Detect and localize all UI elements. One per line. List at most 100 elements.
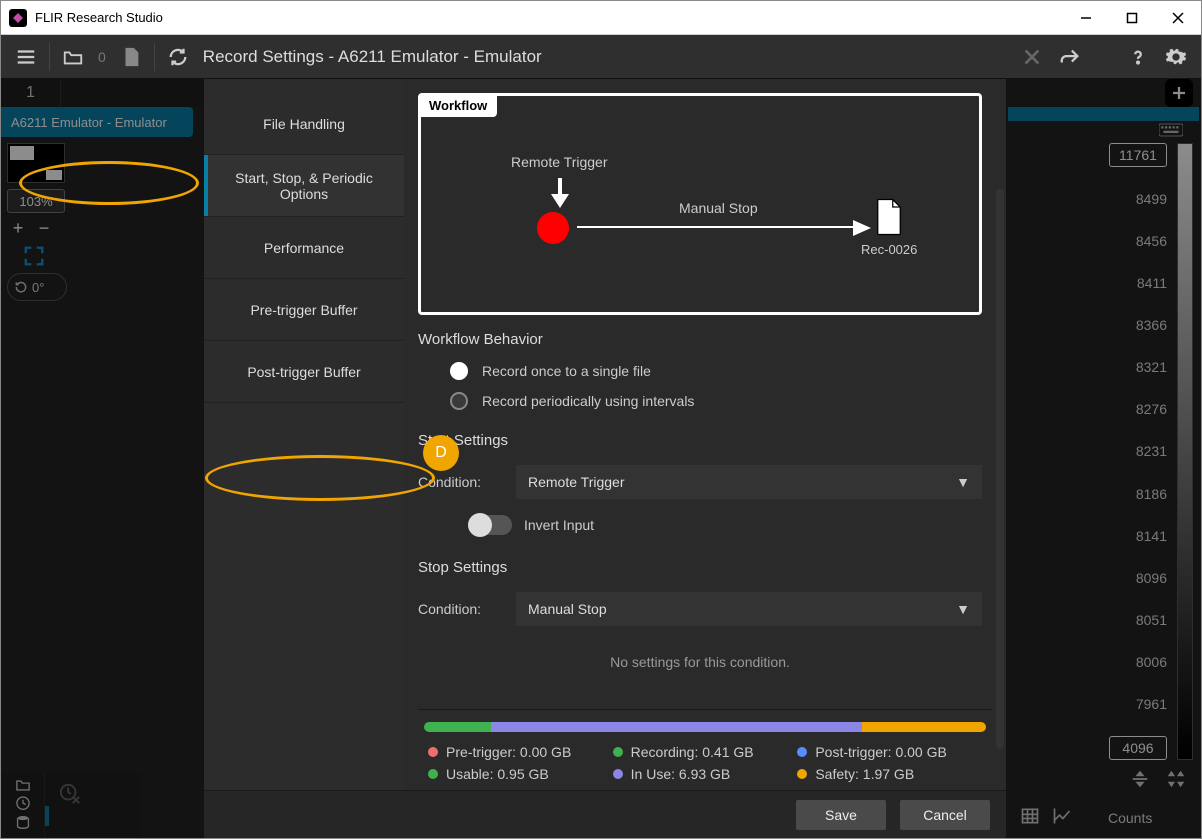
stop-condition-row: Condition: Manual Stop ▼ xyxy=(418,584,982,634)
dialog-footer: Save Cancel xyxy=(204,790,1006,838)
scale-tick: 8051 xyxy=(1136,610,1167,630)
tab-pretrigger-buffer[interactable]: Pre-trigger Buffer xyxy=(204,279,404,341)
open-folder-button[interactable] xyxy=(54,39,92,75)
scale-split-icon[interactable] xyxy=(1165,768,1187,795)
settings-content: Workflow Remote Trigger Manual Stop xyxy=(404,79,1006,790)
stop-condition-label: Condition: xyxy=(418,601,498,617)
open-count: 0 xyxy=(98,49,106,65)
close-button[interactable] xyxy=(1155,1,1201,35)
scale-tick: 8096 xyxy=(1136,568,1167,588)
counts-label: Counts xyxy=(1108,810,1152,826)
shelf-clock-disabled-icon[interactable] xyxy=(49,773,91,838)
scale-tick: 8141 xyxy=(1136,526,1167,546)
camera-thumbnail[interactable] xyxy=(7,143,65,183)
shelf-folder-icon[interactable] xyxy=(1,773,45,838)
app-icon xyxy=(9,9,27,27)
scale-tick: 8456 xyxy=(1136,231,1167,251)
app-body: 1 A6211 Emulator - Emulator 103% + − 0° xyxy=(1,79,1201,838)
stop-no-settings: No settings for this condition. xyxy=(418,634,982,680)
tab-posttrigger-buffer[interactable]: Post-trigger Buffer xyxy=(204,341,404,403)
record-settings-dialog: File Handling Start, Stop, & Periodic Op… xyxy=(204,79,1006,838)
tab-performance[interactable]: Performance xyxy=(204,217,404,279)
record-dot-icon xyxy=(537,212,569,244)
workflow-diagram: Workflow Remote Trigger Manual Stop xyxy=(418,93,982,315)
storage-seg-safety xyxy=(862,722,986,732)
scale-compress-icon[interactable] xyxy=(1129,768,1151,795)
scale-tick: 8499 xyxy=(1136,189,1167,209)
legend-pretrigger: Pre-trigger: 0.00 GB xyxy=(428,744,613,760)
left-panel: 1 A6211 Emulator - Emulator 103% + − 0° xyxy=(1,79,205,838)
new-file-button[interactable] xyxy=(112,39,150,75)
toggle-off-icon xyxy=(468,515,512,535)
share-button[interactable] xyxy=(1051,39,1089,75)
start-condition-select[interactable]: Remote Trigger ▼ xyxy=(516,465,982,499)
storage-seg-usable xyxy=(424,722,491,732)
content-scrollbar[interactable] xyxy=(996,189,1004,749)
rotation-value: 0° xyxy=(32,280,44,295)
left-tab-1[interactable]: 1 xyxy=(1,79,61,107)
menu-button[interactable] xyxy=(7,39,45,75)
right-header-bar xyxy=(1008,107,1199,121)
help-button[interactable] xyxy=(1119,39,1157,75)
right-panel: 11761 8499 8456 8411 8366 8321 8276 8231 8186 81… xyxy=(1006,79,1201,838)
start-condition-label: Condition: xyxy=(418,474,498,490)
gradient-bar[interactable] xyxy=(1177,143,1193,760)
scale-panel: 11761 8499 8456 8411 8366 8321 8276 8231 8186 81… xyxy=(1006,139,1201,764)
scale-tick: 8366 xyxy=(1136,315,1167,335)
workflow-file-name: Rec-0026 xyxy=(861,242,917,257)
scale-tick: 8231 xyxy=(1136,441,1167,461)
legend-usable: Usable: 0.95 GB xyxy=(428,766,613,782)
source-label[interactable]: A6211 Emulator - Emulator xyxy=(1,107,193,137)
zoom-out-button[interactable]: − xyxy=(33,217,55,239)
storage-bar xyxy=(424,722,986,732)
invert-input-row[interactable]: Invert Input xyxy=(418,507,982,543)
storage-seg-inuse xyxy=(491,722,862,732)
add-panel-button[interactable] xyxy=(1165,79,1193,107)
scale-tick: 8276 xyxy=(1136,399,1167,419)
fit-screen-icon[interactable] xyxy=(23,245,45,267)
workflow-tag: Workflow xyxy=(419,94,497,117)
cancel-button[interactable]: Cancel xyxy=(900,800,990,830)
scale-tick: 8321 xyxy=(1136,357,1167,377)
window-buttons xyxy=(1063,1,1201,35)
arrow-down-icon xyxy=(551,178,569,213)
minimize-button[interactable] xyxy=(1063,1,1109,35)
behavior-opt-single-label: Record once to a single file xyxy=(482,363,651,379)
legend-inuse: In Use: 6.93 GB xyxy=(613,766,798,782)
app-window: FLIR Research Studio 0 Re xyxy=(0,0,1202,839)
scale-min[interactable]: 4096 xyxy=(1109,736,1167,760)
workflow-trigger-label: Remote Trigger xyxy=(511,154,607,170)
dialog-close-x[interactable] xyxy=(1013,39,1051,75)
settings-gear-button[interactable] xyxy=(1157,39,1195,75)
tab-file-handling[interactable]: File Handling xyxy=(204,93,404,155)
settings-tab-list: File Handling Start, Stop, & Periodic Op… xyxy=(204,79,404,790)
start-condition-value: Remote Trigger xyxy=(528,474,624,490)
keyboard-icon[interactable] xyxy=(1006,123,1201,139)
scale-tick: 8006 xyxy=(1136,652,1167,672)
legend-posttrigger: Post-trigger: 0.00 GB xyxy=(797,744,982,760)
behavior-opt-single[interactable]: Record once to a single file xyxy=(418,356,982,386)
scale-tick: 8411 xyxy=(1137,273,1167,293)
storage-summary: Pre-trigger: 0.00 GB Recording: 0.41 GB … xyxy=(418,709,992,790)
rotation-control[interactable]: 0° xyxy=(7,273,67,301)
chart-view-icon[interactable] xyxy=(1052,806,1072,831)
radio-checked-icon xyxy=(450,362,468,380)
maximize-button[interactable] xyxy=(1109,1,1155,35)
workflow-file: Rec-0026 xyxy=(861,198,917,257)
stop-heading: Stop Settings xyxy=(418,559,982,576)
zoom-value[interactable]: 103% xyxy=(7,189,65,213)
behavior-heading: Workflow Behavior xyxy=(418,331,982,348)
refresh-button[interactable] xyxy=(159,39,197,75)
scale-tick: 8186 xyxy=(1136,484,1167,504)
stop-condition-select[interactable]: Manual Stop ▼ xyxy=(516,592,982,626)
save-button[interactable]: Save xyxy=(796,800,886,830)
scale-tick: 7961 xyxy=(1136,694,1167,714)
scale-max[interactable]: 11761 xyxy=(1109,143,1167,167)
tab-start-stop[interactable]: Start, Stop, & Periodic Options xyxy=(204,155,404,217)
table-view-icon[interactable] xyxy=(1020,806,1040,831)
main-toolbar: 0 Record Settings - A6211 Emulator - Emu… xyxy=(1,35,1201,79)
legend-safety: Safety: 1.97 GB xyxy=(797,766,982,782)
zoom-in-button[interactable]: + xyxy=(7,217,29,239)
behavior-opt-periodic[interactable]: Record periodically using intervals xyxy=(418,386,982,416)
workflow-line xyxy=(577,226,857,228)
